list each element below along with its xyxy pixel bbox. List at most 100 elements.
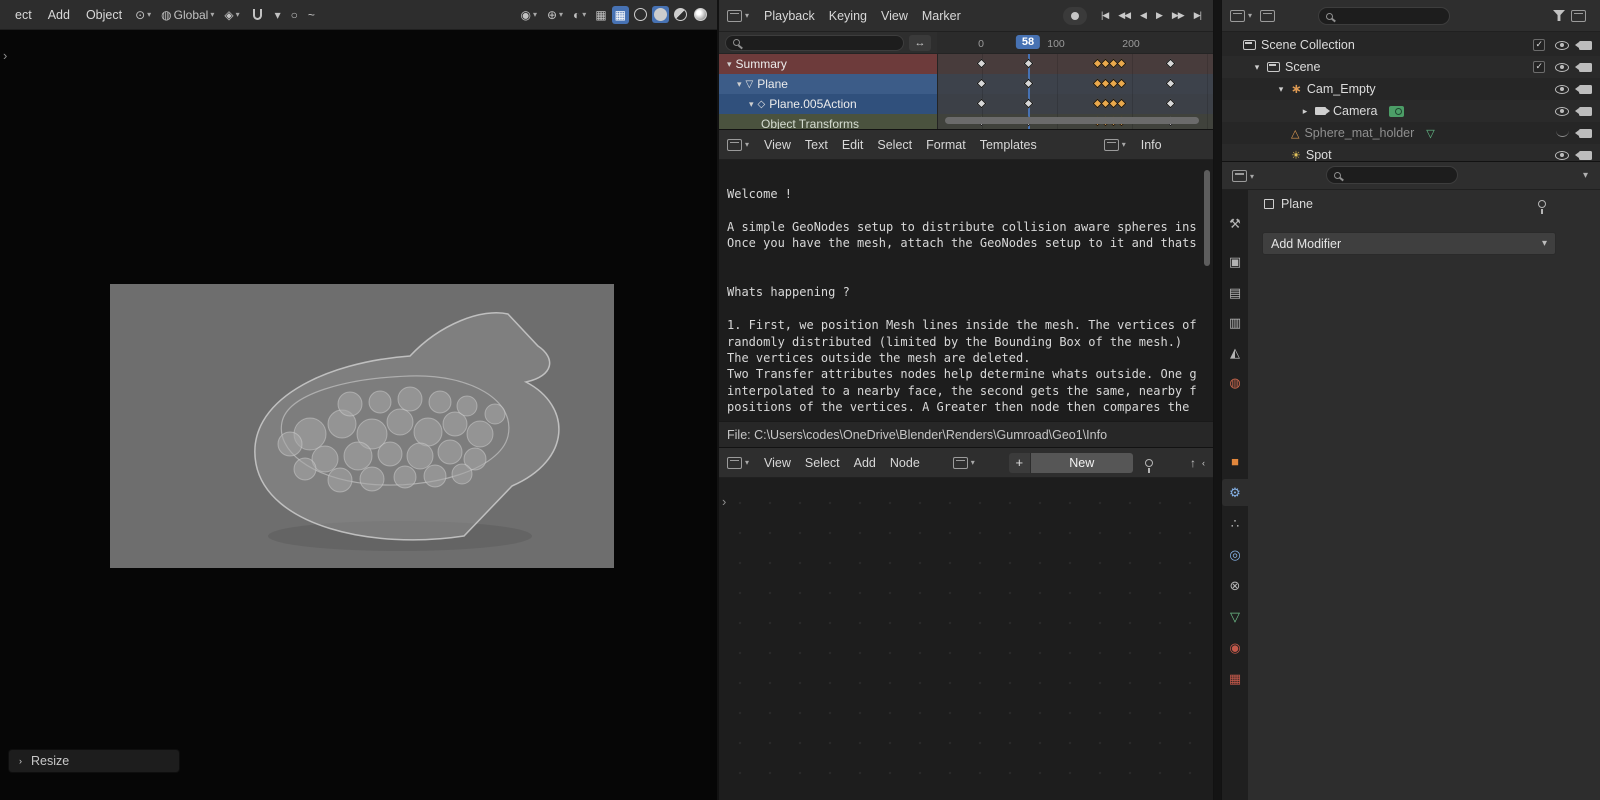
timeline-ruler[interactable]: 0 100 200 58 — [937, 32, 1213, 54]
outliner-item-cam-empty[interactable]: ▾ ∗ Cam_Empty — [1222, 78, 1600, 100]
menu-node-add[interactable]: Add — [847, 453, 883, 473]
jump-to-prev-keyframe-button[interactable]: ◀◀ — [1114, 7, 1134, 24]
disable-in-renders-toggle[interactable] — [1574, 62, 1592, 72]
snap-toggle[interactable] — [246, 7, 269, 22]
outliner-search-input[interactable] — [1318, 7, 1450, 25]
menu-text-view[interactable]: View — [757, 135, 798, 155]
gizmos-dropdown[interactable]: ⊕ ▾ — [543, 7, 567, 23]
channel-object-transforms[interactable]: Object Transforms — [719, 114, 937, 130]
dope-sheet-editor[interactable]: ▾ Playback Keying View Marker |◀ ◀◀ ◀ ▶ ▶▶ ▶| ↔ … — [719, 0, 1213, 130]
proportional-falloff-dropdown[interactable]: ~ — [304, 7, 319, 23]
new-node-tree-button[interactable]: + New — [1008, 452, 1133, 473]
object-visibility-dropdown[interactable]: ◉ ▾ — [516, 7, 541, 23]
hide-in-viewport-toggle[interactable] — [1555, 62, 1569, 72]
proportional-editing-toggle[interactable]: ○ — [287, 7, 302, 23]
menu-dope-keying[interactable]: Keying — [822, 6, 874, 26]
auto-keyframe-toggle[interactable] — [1062, 6, 1087, 25]
disable-in-renders-toggle[interactable] — [1574, 150, 1592, 160]
play-reverse-button[interactable]: ◀ — [1136, 7, 1150, 24]
disclosure-triangle-icon[interactable]: ▾ — [749, 99, 754, 110]
snap-target-dropdown[interactable]: ◈ ▾ — [220, 7, 243, 23]
menu-text-select[interactable]: Select — [870, 135, 919, 155]
collection-checkbox[interactable] — [1533, 39, 1545, 51]
properties-editor[interactable]: ▾ ▾ ⚒ ▣ ▤ ▥ ◭ ◍ ■ ⚙ ∴ ◎ ⊗ ▽ ◉ ▦ Plane Add Modifier ▾ — [1222, 162, 1600, 800]
jump-to-start-button[interactable]: |◀ — [1097, 7, 1112, 24]
xray-toggle[interactable]: ▦ — [592, 6, 609, 24]
tab-modifiers[interactable]: ⚙ — [1222, 479, 1248, 506]
text-vertical-scrollbar[interactable] — [1204, 170, 1210, 266]
menu-add[interactable]: Add — [41, 5, 77, 25]
tab-object[interactable]: ■ — [1222, 448, 1248, 475]
outliner-item-scene[interactable]: ▾ Scene — [1222, 56, 1600, 78]
viewport-sidebar-toggle[interactable]: › — [3, 48, 7, 63]
text-datablock-name[interactable]: Info — [1134, 135, 1169, 155]
disable-in-renders-toggle[interactable] — [1574, 106, 1592, 116]
hide-in-viewport-toggle[interactable] — [1555, 150, 1569, 160]
channel-summary[interactable]: ▾ Summary — [719, 54, 937, 74]
tab-view-layer[interactable]: ▥ — [1222, 309, 1248, 336]
menu-dope-view[interactable]: View — [874, 6, 915, 26]
shading-rendered-button[interactable] — [692, 6, 709, 23]
parent-node-tree-button[interactable]: ↑ — [1186, 454, 1200, 472]
hidden-eye-toggle[interactable] — [1555, 130, 1569, 137]
menu-text-templates[interactable]: Templates — [973, 135, 1044, 155]
tab-object-data[interactable]: ▽ — [1222, 603, 1248, 630]
overlays-dropdown[interactable]: ◐ ▾ — [569, 7, 590, 23]
collection-checkbox[interactable] — [1533, 61, 1545, 73]
disclosure-triangle-icon[interactable]: ▾ — [727, 59, 732, 70]
text-datablock-dropdown[interactable]: ▾ — [1103, 138, 1126, 151]
disclosure-triangle-icon[interactable]: ▾ — [1252, 62, 1262, 73]
outliner-item-sphere-mat-holder[interactable]: △ Sphere_mat_holder ▽ — [1222, 122, 1600, 144]
viewport-mode-menu-fragment[interactable]: ect — [8, 5, 39, 25]
tab-scene[interactable]: ◭ — [1222, 339, 1248, 366]
pin-icon[interactable] — [1144, 458, 1153, 473]
channel-plane[interactable]: ▾ ▽ Plane — [719, 74, 937, 94]
disable-in-renders-toggle[interactable] — [1574, 40, 1592, 50]
editor-type-dropdown[interactable]: ▾ — [727, 9, 749, 22]
tab-output[interactable]: ▤ — [1222, 279, 1248, 306]
tab-render[interactable]: ▣ — [1222, 248, 1248, 275]
timeline-horizontal-scrollbar[interactable] — [945, 117, 1199, 124]
editor-type-dropdown[interactable]: ▾ — [1230, 9, 1252, 22]
disable-in-renders-toggle[interactable] — [1574, 84, 1592, 94]
frame-all-button[interactable]: ↔ — [909, 34, 931, 51]
header-collapse-icon[interactable]: ‹ — [1202, 458, 1205, 468]
outliner-item-camera[interactable]: ▸ Camera — [1222, 100, 1600, 122]
outliner-item-scene-collection[interactable]: Scene Collection — [1222, 34, 1600, 56]
current-frame-badge[interactable]: 58 — [1015, 35, 1041, 49]
jump-to-next-keyframe-button[interactable]: ▶▶ — [1168, 7, 1188, 24]
add-modifier-dropdown[interactable]: Add Modifier ▾ — [1262, 232, 1556, 255]
hide-in-viewport-toggle[interactable] — [1555, 106, 1569, 116]
node-sidebar-toggle[interactable]: › — [722, 494, 726, 509]
pivot-point-dropdown[interactable]: ⊙ ▾ — [131, 7, 155, 23]
hide-in-viewport-toggle[interactable] — [1555, 84, 1569, 94]
properties-search-input[interactable] — [1326, 166, 1458, 184]
play-button[interactable]: ▶ — [1152, 7, 1166, 24]
shading-solid-button[interactable] — [652, 6, 669, 23]
tab-particles[interactable]: ∴ — [1222, 510, 1248, 537]
menu-node-node[interactable]: Node — [883, 453, 927, 473]
editor-type-dropdown[interactable]: ▾ — [727, 138, 749, 151]
geometry-node-editor[interactable]: ▾ View Select Add Node ▾ + New ↑ ‹ › — [719, 448, 1213, 800]
node-graph-canvas[interactable] — [719, 478, 1213, 800]
display-mode-dropdown[interactable] — [1260, 9, 1276, 22]
tab-world[interactable]: ◍ — [1222, 369, 1248, 396]
menu-node-select[interactable]: Select — [798, 453, 847, 473]
transform-orientation-dropdown[interactable]: ◍ Global ▾ — [157, 6, 218, 24]
shading-material-button[interactable] — [672, 6, 689, 23]
menu-node-view[interactable]: View — [757, 453, 798, 473]
tab-texture[interactable]: ▦ — [1222, 665, 1248, 692]
editor-type-dropdown[interactable]: ▾ — [727, 456, 749, 469]
snap-with-dropdown[interactable]: ▾ — [271, 7, 285, 23]
tab-constraints[interactable]: ⊗ — [1222, 572, 1248, 599]
breadcrumb-object-name[interactable]: Plane — [1281, 197, 1313, 211]
menu-text-edit[interactable]: Edit — [835, 135, 871, 155]
menu-dope-playback[interactable]: Playback — [757, 6, 822, 26]
outliner-options-dropdown[interactable] — [1571, 9, 1586, 22]
hide-in-viewport-toggle[interactable] — [1555, 40, 1569, 50]
tab-material[interactable]: ◉ — [1222, 634, 1248, 661]
3d-viewport[interactable]: ect Add Object ⊙ ▾ ◍ Global ▾ ◈ ▾ ▾ ○ ~ ◉ ▾ ⊕… — [0, 0, 717, 800]
jump-to-end-button[interactable]: ▶| — [1190, 7, 1205, 24]
channel-plane-005action[interactable]: ▾ ◇ Plane.005Action — [719, 94, 937, 114]
operator-redo-panel[interactable]: › Resize — [8, 749, 180, 773]
